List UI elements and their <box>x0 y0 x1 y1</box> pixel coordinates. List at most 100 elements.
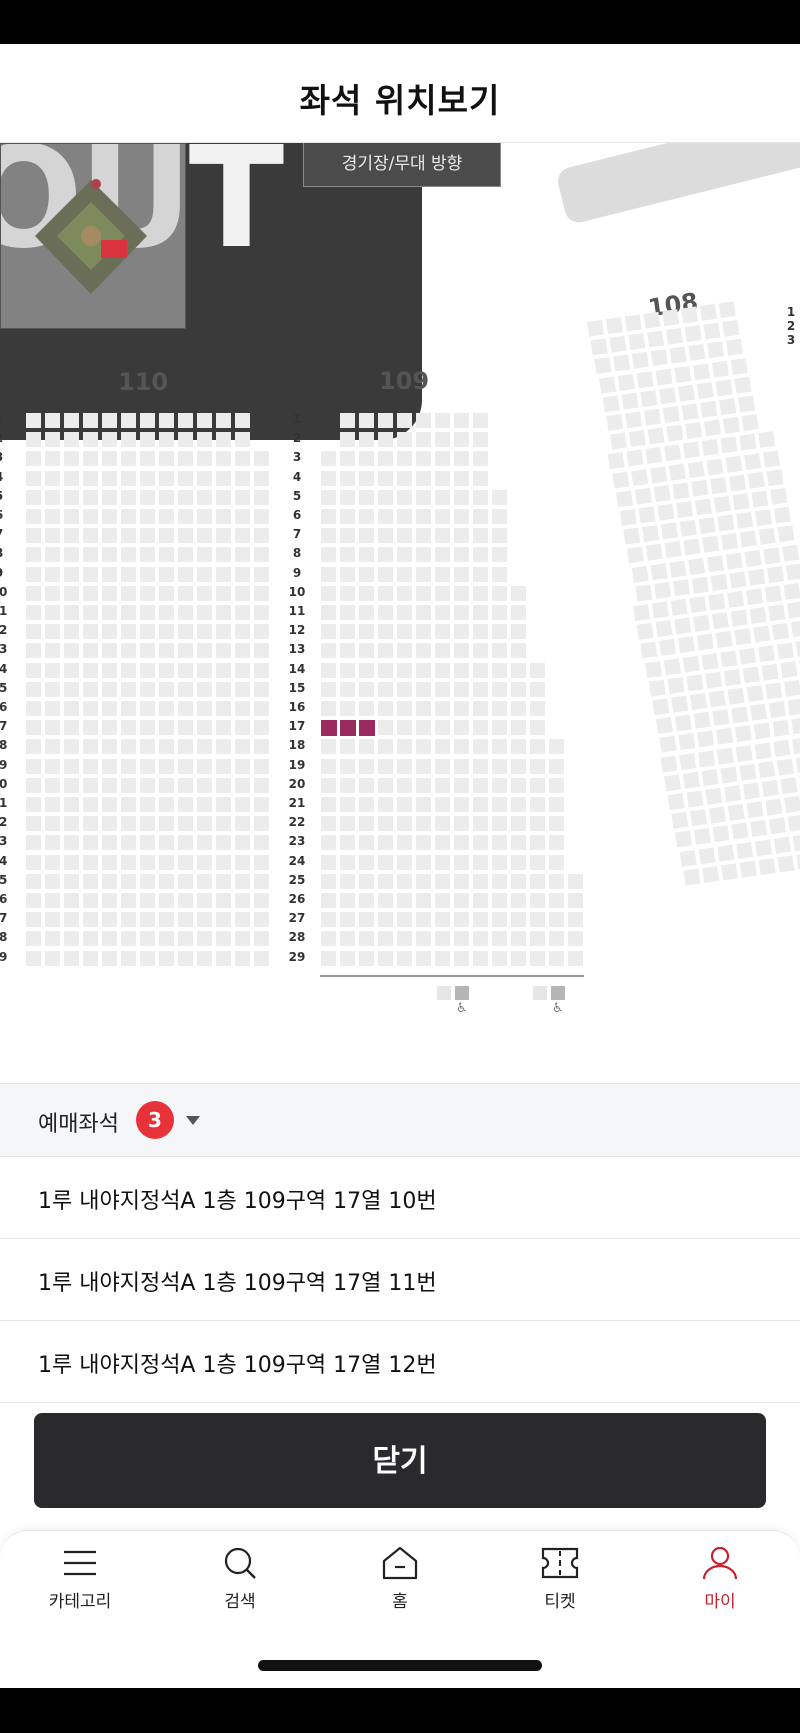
seat[interactable] <box>102 624 117 640</box>
seat[interactable] <box>178 643 193 659</box>
seat[interactable] <box>140 470 155 486</box>
seat[interactable] <box>378 873 393 889</box>
seat[interactable] <box>235 643 250 659</box>
seat[interactable] <box>454 835 469 851</box>
seat[interactable] <box>359 931 374 947</box>
seat[interactable] <box>473 854 488 870</box>
seat[interactable] <box>140 797 155 812</box>
seat[interactable] <box>454 470 469 486</box>
seat[interactable] <box>416 547 431 563</box>
seat[interactable] <box>435 470 450 486</box>
seat[interactable] <box>197 528 212 544</box>
seat[interactable] <box>772 720 790 738</box>
seat[interactable] <box>473 432 488 448</box>
seat[interactable] <box>159 624 174 640</box>
seat[interactable] <box>763 547 780 565</box>
seat[interactable] <box>235 605 250 620</box>
seat[interactable] <box>757 761 775 778</box>
seat[interactable] <box>121 720 136 736</box>
seat[interactable] <box>45 605 60 620</box>
seat[interactable] <box>340 950 355 966</box>
seat[interactable] <box>340 816 355 832</box>
seat[interactable] <box>473 758 488 774</box>
seat[interactable] <box>216 681 231 697</box>
seat[interactable] <box>159 816 174 832</box>
seat[interactable] <box>454 758 469 774</box>
seat[interactable] <box>216 585 231 601</box>
seat[interactable] <box>45 816 60 832</box>
seat[interactable] <box>159 605 174 620</box>
seat[interactable] <box>159 547 174 563</box>
seat[interactable] <box>687 460 705 478</box>
seat[interactable] <box>397 835 412 851</box>
seat[interactable] <box>83 912 98 928</box>
seat[interactable] <box>102 816 117 832</box>
seat[interactable] <box>416 854 431 870</box>
seat[interactable] <box>668 463 686 481</box>
seat[interactable] <box>735 744 753 762</box>
seat[interactable] <box>640 641 658 659</box>
seat[interactable] <box>359 701 374 716</box>
seat[interactable] <box>26 835 41 851</box>
seat[interactable] <box>378 585 393 601</box>
seat[interactable] <box>45 643 60 659</box>
seat[interactable] <box>640 389 658 407</box>
seat[interactable] <box>549 816 564 832</box>
seat[interactable] <box>711 360 729 378</box>
seat[interactable] <box>416 950 431 966</box>
seat[interactable] <box>216 816 231 832</box>
seat[interactable] <box>623 527 641 545</box>
seat[interactable] <box>340 470 355 486</box>
seat[interactable] <box>235 931 250 947</box>
seat[interactable] <box>416 470 431 486</box>
seat[interactable] <box>727 687 745 705</box>
seat[interactable] <box>791 736 800 754</box>
seat[interactable] <box>769 817 787 835</box>
seat[interactable] <box>378 662 393 678</box>
seat[interactable] <box>321 797 336 812</box>
seat[interactable] <box>609 335 627 353</box>
seat[interactable] <box>662 406 680 423</box>
seat[interactable] <box>492 662 507 678</box>
seat[interactable] <box>159 854 174 870</box>
seat[interactable] <box>216 470 231 486</box>
seat[interactable] <box>321 816 336 832</box>
seat[interactable] <box>159 470 174 486</box>
seat[interactable] <box>435 893 450 908</box>
seat[interactable] <box>340 758 355 774</box>
seat[interactable] <box>744 549 762 567</box>
seat[interactable] <box>416 451 431 467</box>
seat[interactable] <box>121 509 136 524</box>
seat[interactable] <box>730 357 748 375</box>
seat[interactable] <box>45 835 60 851</box>
seat[interactable] <box>121 758 136 774</box>
seat[interactable] <box>511 758 526 774</box>
seat[interactable] <box>216 701 231 716</box>
seat[interactable] <box>634 487 652 505</box>
seat[interactable] <box>197 701 212 716</box>
seat[interactable] <box>340 528 355 544</box>
seat[interactable] <box>45 566 60 582</box>
seat[interactable] <box>178 451 193 467</box>
seat[interactable] <box>769 701 787 719</box>
seat[interactable] <box>416 489 431 505</box>
seat[interactable] <box>254 797 269 812</box>
seat[interactable] <box>321 950 336 966</box>
seat[interactable] <box>672 579 690 597</box>
seat[interactable] <box>613 354 631 372</box>
seat[interactable] <box>746 801 764 819</box>
seat[interactable] <box>359 873 374 889</box>
seat[interactable] <box>454 797 469 812</box>
seat[interactable] <box>83 585 98 601</box>
seat[interactable] <box>685 422 703 440</box>
seat[interactable] <box>726 338 744 356</box>
seat[interactable] <box>397 854 412 870</box>
seat[interactable] <box>121 643 136 659</box>
seat[interactable] <box>235 912 250 928</box>
seat[interactable] <box>473 624 488 640</box>
seat[interactable] <box>397 413 412 428</box>
seat[interactable] <box>772 623 790 641</box>
seat[interactable] <box>473 605 488 620</box>
seat[interactable] <box>549 950 564 966</box>
seat[interactable] <box>216 566 231 582</box>
